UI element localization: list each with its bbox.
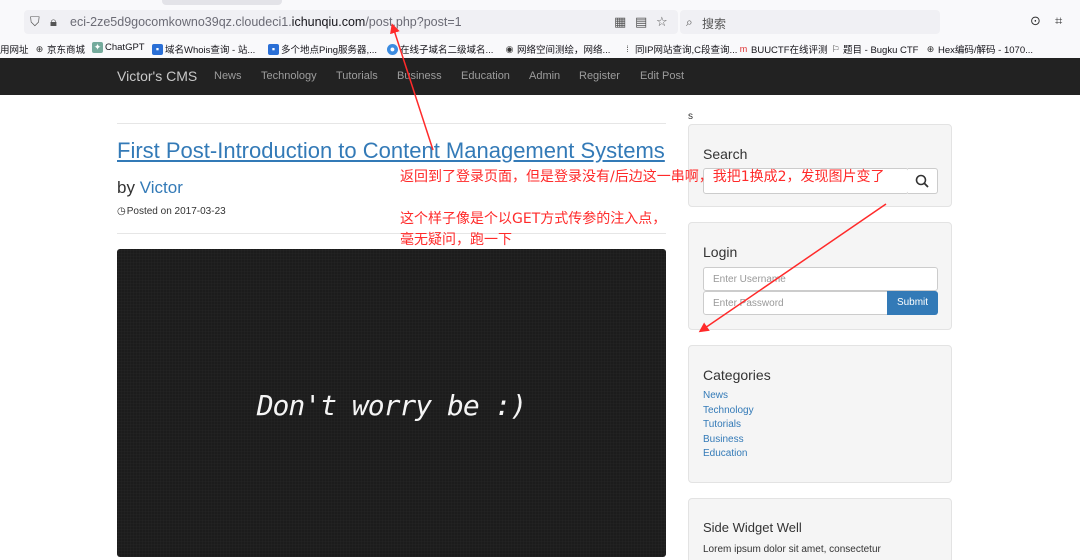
arrow-to-categories: [698, 203, 887, 333]
arrow-to-url-param: [390, 23, 434, 151]
annotation-arrows: [390, 23, 887, 333]
annotation-line-2: 这个样子像是个以GET方式传参的注入点，: [400, 211, 667, 227]
annotation-line-1: 返回到了登录页面，但是登录没有/后边这一串啊，我把1换成2，发现图片变了: [400, 169, 885, 185]
annotation-line-3: 毫无疑问，跑一下: [400, 232, 512, 248]
